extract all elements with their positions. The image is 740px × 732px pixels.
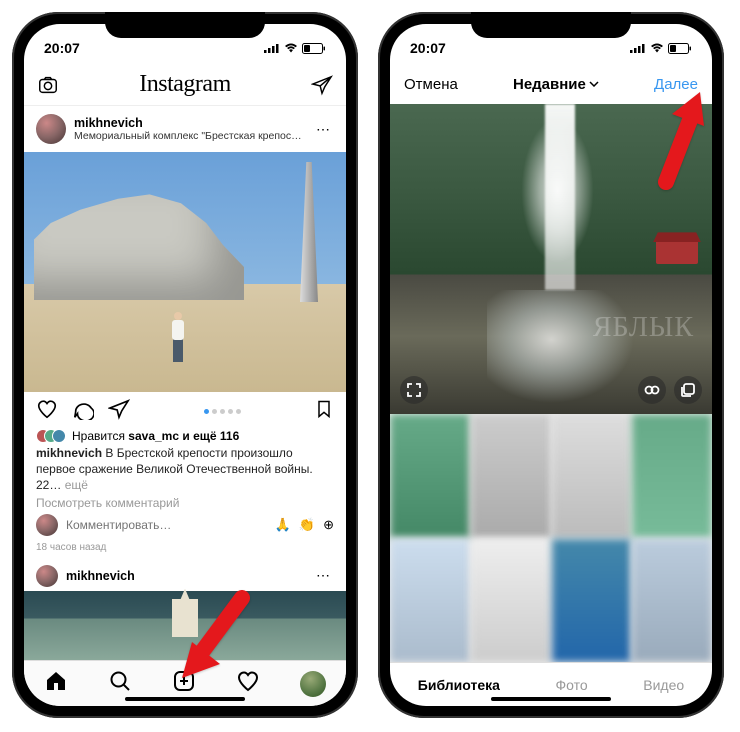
battery-icon	[302, 43, 326, 54]
status-indicators	[630, 43, 692, 54]
post-timestamp: 18 часов назад	[24, 540, 346, 559]
post-actions	[24, 392, 346, 429]
camera-icon[interactable]	[36, 74, 60, 96]
picker-tabs: Библиотека Фото Видео	[390, 662, 712, 706]
likes-row[interactable]: Нравится sava_mc и ещё 116	[24, 429, 346, 443]
emoji-pray-icon[interactable]: 🙏	[275, 517, 291, 533]
post2-username[interactable]: mikhnevich	[66, 569, 135, 583]
carousel-indicator	[204, 409, 241, 414]
status-time: 20:07	[44, 40, 80, 56]
liker-avatars	[36, 429, 66, 443]
grid-photo[interactable]	[390, 539, 470, 663]
grid-photo[interactable]	[552, 539, 632, 663]
avatar[interactable]	[36, 565, 58, 587]
next-button[interactable]: Далее	[654, 76, 698, 93]
multi-select-icon[interactable]	[674, 376, 702, 404]
feed-scroll[interactable]: mikhnevich Мемориальный комплекс "Брестс…	[24, 106, 346, 660]
wifi-icon	[650, 43, 664, 53]
home-indicator	[125, 697, 245, 701]
post-image[interactable]	[24, 152, 346, 392]
status-time: 20:07	[410, 40, 446, 56]
comment-icon[interactable]	[72, 398, 94, 425]
boomerang-icon[interactable]	[638, 376, 666, 404]
phone-left: 20:07 Instagram mikhnevich Мемориальный	[12, 12, 358, 718]
tab-photo[interactable]: Фото	[556, 677, 588, 693]
grid-photo[interactable]	[552, 414, 632, 538]
tab-home-icon[interactable]	[44, 669, 68, 698]
photo-grid	[390, 414, 712, 662]
bookmark-icon[interactable]	[314, 398, 334, 425]
battery-icon	[668, 43, 692, 54]
crop-expand-icon[interactable]	[400, 376, 428, 404]
post-header: mikhnevich Мемориальный комплекс "Брестс…	[24, 106, 346, 152]
signal-icon	[630, 43, 646, 53]
notch	[471, 12, 631, 38]
share-icon[interactable]	[108, 398, 130, 425]
avatar[interactable]	[36, 114, 66, 144]
phone-right: 20:07 Отмена Недавние Далее ЯБЛЫК	[378, 12, 724, 718]
app-logo: Instagram	[139, 71, 230, 98]
chevron-down-icon	[589, 81, 599, 87]
comment-input-row: 🙏 👏 ⊕	[24, 510, 346, 540]
annotation-arrow-add	[182, 588, 252, 678]
post2-header: mikhnevich ⋯	[24, 559, 346, 591]
wifi-icon	[284, 43, 298, 53]
my-avatar	[36, 514, 58, 536]
post-more-icon[interactable]: ⋯	[312, 121, 334, 138]
status-indicators	[264, 43, 326, 54]
tab-video[interactable]: Видео	[643, 677, 684, 693]
post-location[interactable]: Мемориальный комплекс "Брестская крепост…	[74, 130, 304, 142]
feed-header: Instagram	[24, 64, 346, 106]
signal-icon	[264, 43, 280, 53]
view-comments-link[interactable]: Посмотреть комментарий	[24, 494, 346, 510]
annotation-arrow-next	[646, 92, 706, 192]
watermark: ЯБЛЫК	[593, 312, 694, 344]
emoji-clap-icon[interactable]: 👏	[299, 517, 315, 533]
post-caption: mikhnevich В Брестской крепости произошл…	[24, 443, 346, 494]
post-username[interactable]: mikhnevich	[74, 116, 304, 130]
caption-more[interactable]: ещё	[65, 478, 88, 492]
post-more-icon[interactable]: ⋯	[312, 567, 334, 584]
messages-icon[interactable]	[310, 74, 334, 96]
grid-photo[interactable]	[632, 414, 712, 538]
home-indicator	[491, 697, 611, 701]
grid-photo[interactable]	[471, 539, 551, 663]
album-selector[interactable]: Недавние	[513, 76, 599, 93]
grid-photo[interactable]	[632, 539, 712, 663]
notch	[105, 12, 265, 38]
like-icon[interactable]	[36, 398, 58, 425]
emoji-more-icon[interactable]: ⊕	[323, 517, 334, 533]
comment-input[interactable]	[66, 518, 267, 532]
tab-library[interactable]: Библиотека	[418, 677, 500, 693]
cancel-button[interactable]: Отмена	[404, 76, 458, 93]
grid-photo[interactable]	[390, 414, 470, 538]
grid-photo[interactable]	[471, 414, 551, 538]
tab-profile-icon[interactable]	[300, 671, 326, 697]
tab-search-icon[interactable]	[108, 669, 132, 698]
